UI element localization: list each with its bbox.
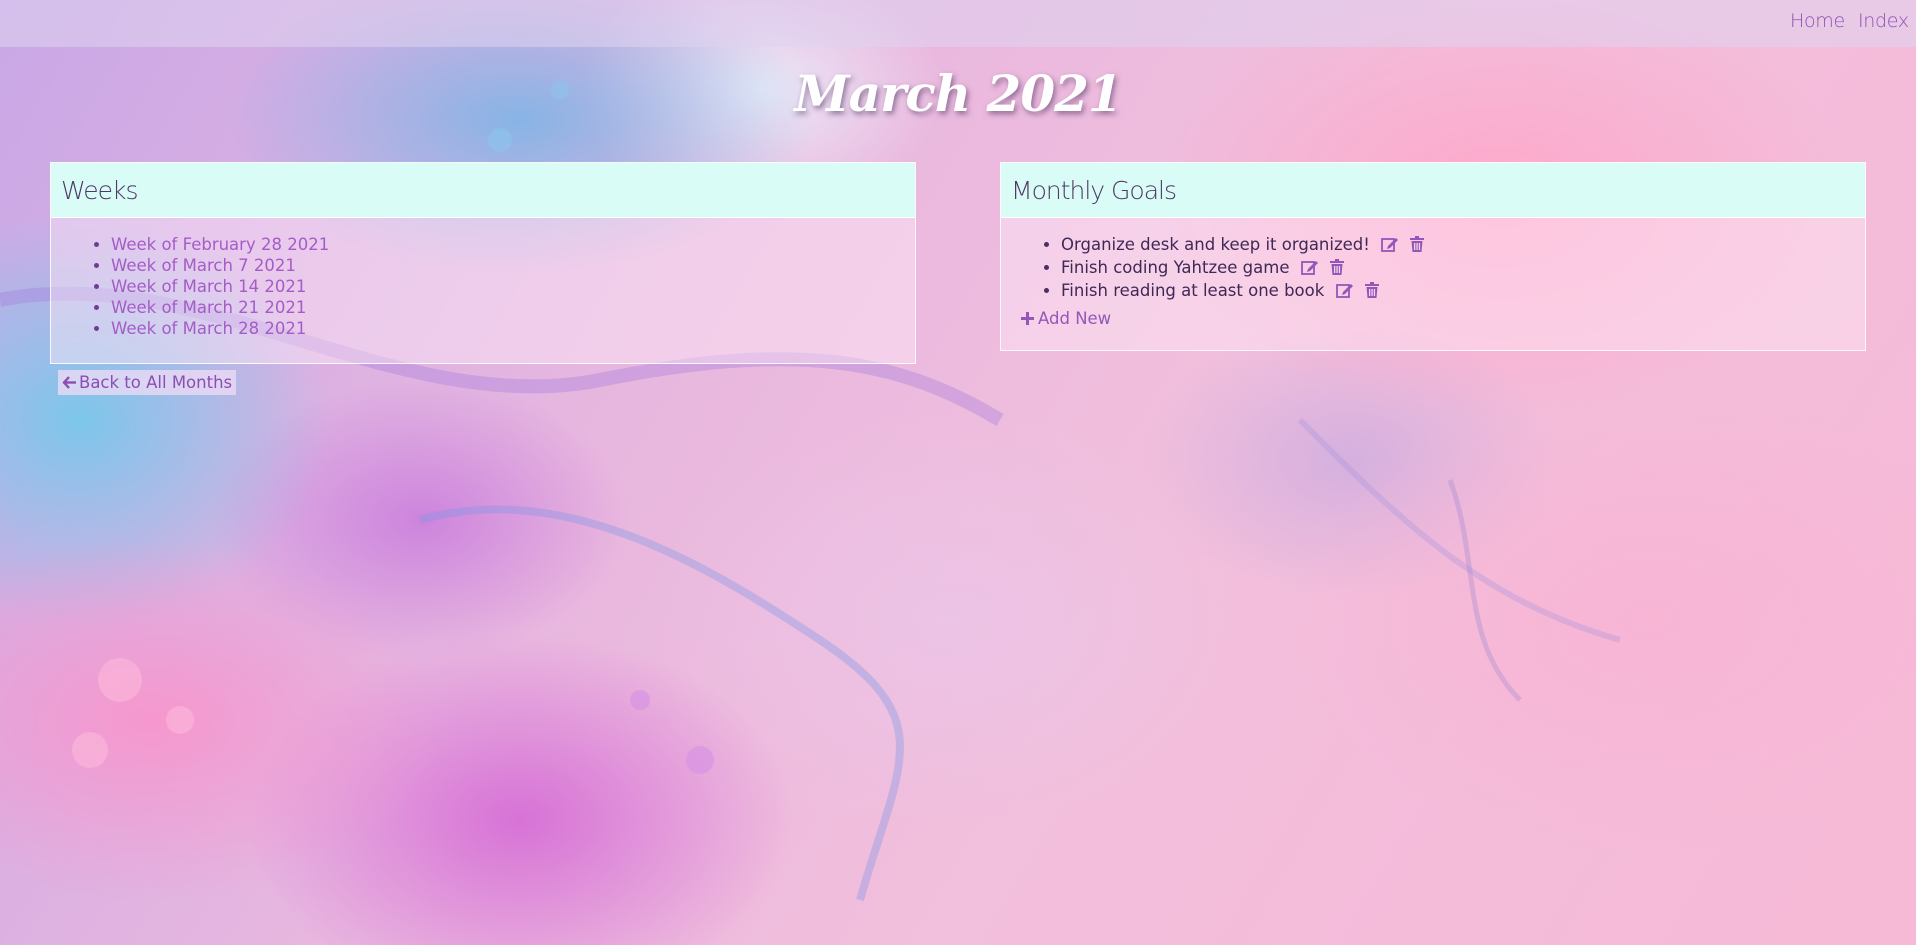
plus-icon [1021, 310, 1034, 329]
week-link[interactable]: Week of March 28 2021 [111, 319, 306, 338]
goals-card: Monthly Goals Organize desk and keep it … [1000, 162, 1866, 351]
nav-home-link[interactable]: Home [1790, 10, 1845, 32]
goal-text: Finish coding Yahtzee game [1061, 258, 1290, 277]
goal-text: Finish reading at least one book [1061, 281, 1325, 300]
list-item: Finish reading at least one book [1061, 280, 1865, 303]
week-link[interactable]: Week of February 28 2021 [111, 235, 329, 254]
weeks-card: Weeks Week of February 28 2021 Week of M… [50, 162, 916, 364]
add-new-label: Add New [1038, 309, 1112, 328]
back-to-all-months-button[interactable]: Back to All Months [58, 370, 237, 396]
nav-index-link[interactable]: Index [1858, 10, 1909, 32]
list-item: Finish coding Yahtzee game [1061, 257, 1865, 280]
week-link[interactable]: Week of March 14 2021 [111, 277, 306, 296]
list-item: Week of March 21 2021 [111, 297, 915, 318]
list-item: Week of March 14 2021 [111, 276, 915, 297]
list-item: Week of March 28 2021 [111, 318, 915, 339]
week-link[interactable]: Week of March 21 2021 [111, 298, 306, 317]
list-item: Week of March 7 2021 [111, 255, 915, 276]
weeks-card-body: Week of February 28 2021 Week of March 7… [51, 218, 915, 339]
trash-icon[interactable] [1410, 236, 1425, 257]
list-item: Week of February 28 2021 [111, 234, 915, 255]
list-item: Organize desk and keep it organized! [1061, 234, 1865, 257]
trash-icon[interactable] [1329, 259, 1344, 280]
edit-icon[interactable] [1335, 282, 1354, 303]
add-new-goal-button[interactable]: Add New [1021, 309, 1111, 329]
goals-list: Organize desk and keep it organized! Fin… [1001, 234, 1865, 303]
edit-icon[interactable] [1300, 259, 1319, 280]
top-navbar [0, 0, 1916, 47]
page-title: March 2021 [794, 64, 1122, 123]
weeks-list: Week of February 28 2021 Week of March 7… [51, 234, 915, 339]
back-button-label: Back to All Months [79, 373, 233, 392]
arrow-left-icon [62, 371, 76, 396]
week-link[interactable]: Week of March 7 2021 [111, 256, 296, 275]
trash-icon[interactable] [1364, 282, 1379, 303]
background-marble [0, 81, 1621, 902]
goals-card-body: Organize desk and keep it organized! Fin… [1001, 218, 1865, 329]
goal-text: Organize desk and keep it organized! [1061, 235, 1370, 254]
weeks-card-title: Weeks [51, 163, 915, 218]
edit-icon[interactable] [1381, 236, 1399, 257]
goals-card-title: Monthly Goals [1001, 163, 1865, 218]
